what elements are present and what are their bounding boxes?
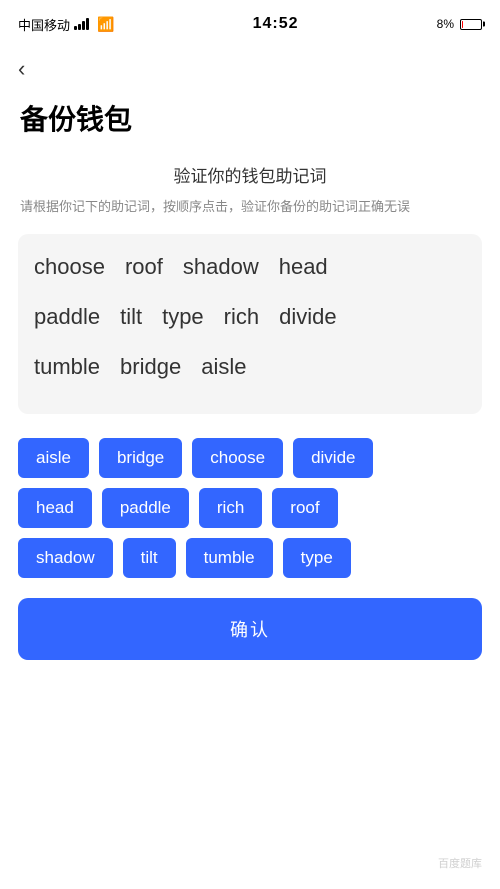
word-item: type [162,304,204,330]
chips-area: aisle bridge choose divide head paddle r… [0,438,500,578]
word-grid-row: paddle tilt type rich divide [34,304,466,330]
chip-choose[interactable]: choose [192,438,283,478]
chip-head[interactable]: head [18,488,92,528]
page-title: 备份钱包 [0,90,500,162]
wifi-icon: 📶 [97,16,114,33]
chip-tilt[interactable]: tilt [123,538,176,578]
status-right: 8% [437,17,482,31]
chip-bridge[interactable]: bridge [99,438,182,478]
chip-paddle[interactable]: paddle [102,488,189,528]
status-left: 中国移动 📶 [18,15,114,34]
battery-percent: 8% [437,17,454,31]
chip-roof[interactable]: roof [272,488,337,528]
chips-row: head paddle rich roof [18,488,482,528]
chip-rich[interactable]: rich [199,488,262,528]
chips-row: aisle bridge choose divide [18,438,482,478]
word-grid-container: choose roof shadow head paddle tilt type… [18,234,482,414]
section-desc: 请根据你记下的助记词，按顺序点击，验证你备份的助记词正确无误 [0,197,500,218]
chip-divide[interactable]: divide [293,438,373,478]
word-grid-row: tumble bridge aisle [34,354,466,380]
battery-icon [460,19,482,30]
word-item: head [279,254,328,280]
word-item: divide [279,304,336,330]
word-item: aisle [201,354,246,380]
carrier-label: 中国移动 [18,15,70,34]
chip-shadow[interactable]: shadow [18,538,113,578]
word-item: rich [224,304,259,330]
chip-aisle[interactable]: aisle [18,438,89,478]
word-item: bridge [120,354,181,380]
word-item: choose [34,254,105,280]
time-display: 14:52 [253,15,299,33]
status-bar: 中国移动 📶 14:52 8% [0,0,500,44]
word-grid-row: choose roof shadow head [34,254,466,280]
back-button[interactable]: ‹ [0,44,43,90]
confirm-button[interactable]: 确认 [18,598,482,660]
chip-type[interactable]: type [283,538,351,578]
watermark: 百度题库 [438,855,482,871]
chips-row: shadow tilt tumble type [18,538,482,578]
signal-icon [74,18,89,30]
word-item: tilt [120,304,142,330]
section-title: 验证你的钱包助记词 [0,162,500,187]
chip-tumble[interactable]: tumble [186,538,273,578]
word-item: roof [125,254,163,280]
word-item: paddle [34,304,100,330]
confirm-btn-wrapper: 确认 [0,598,500,660]
word-item: tumble [34,354,100,380]
word-item: shadow [183,254,259,280]
